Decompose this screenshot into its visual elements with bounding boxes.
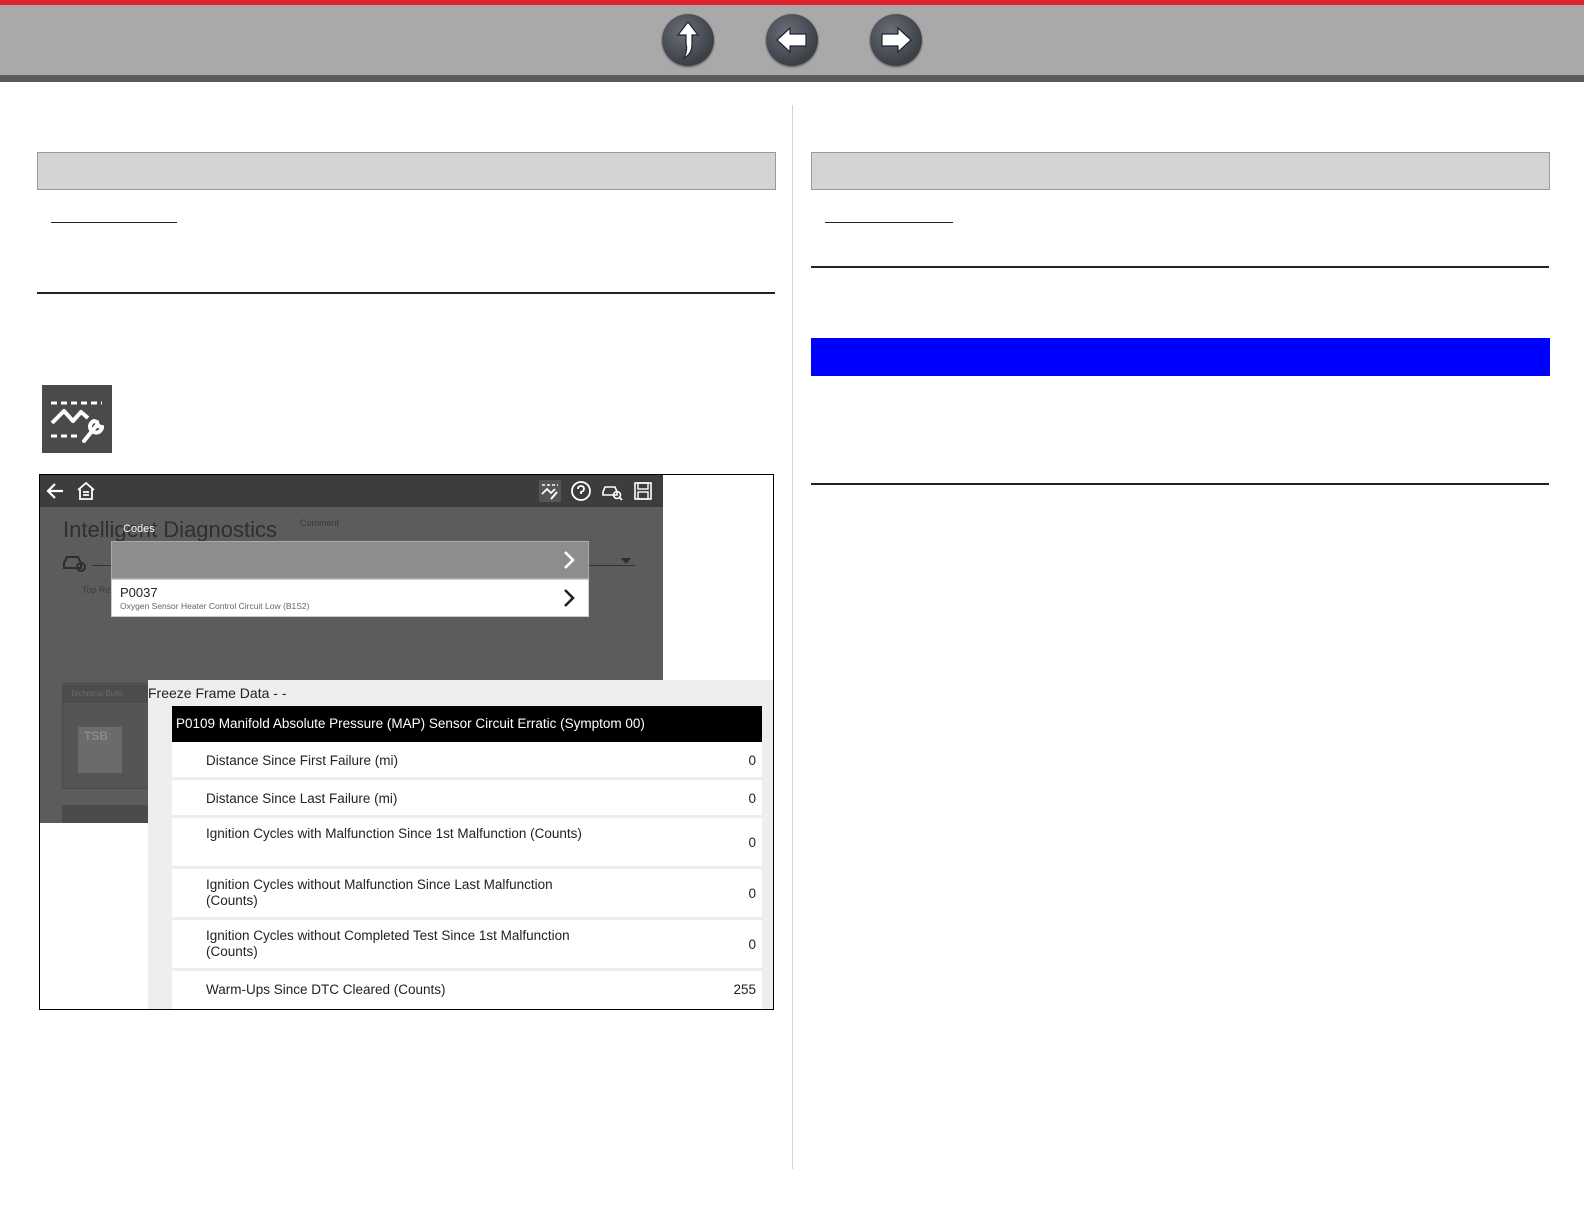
right-section-header: [811, 152, 1550, 190]
freeze-frame-header: P0109 Manifold Absolute Pressure (MAP) S…: [172, 706, 762, 742]
row-value: 0: [748, 886, 756, 901]
top-nav-bar: [0, 0, 1584, 82]
background-card-footer: [62, 805, 152, 823]
chevron-right-icon: [564, 589, 575, 607]
accent-stripe: [0, 0, 1584, 5]
code-description: Oxygen Sensor Heater Control Circuit Low…: [120, 601, 310, 611]
highlight-band: [811, 338, 1550, 376]
code-list-item[interactable]: P0037 Oxygen Sensor Heater Control Circu…: [111, 579, 589, 617]
tsb-label: TSB: [84, 729, 108, 743]
table-row: Warm-Ups Since DTC Cleared (Counts) 255: [172, 971, 762, 1009]
home-icon[interactable]: [75, 480, 97, 502]
codes-panel: P0037 Oxygen Sensor Heater Control Circu…: [111, 541, 589, 617]
row-label: Ignition Cycles without Completed Test S…: [206, 928, 570, 959]
freeze-frame-panel: Freeze Frame Data - - P0109 Manifold Abs…: [148, 680, 773, 1009]
row-value: 0: [748, 753, 756, 768]
right-section-rule: [811, 483, 1549, 485]
up-arrow-icon: [676, 21, 700, 60]
table-row: Ignition Cycles with Malfunction Since 1…: [172, 818, 762, 869]
row-label: Ignition Cycles with Malfunction Since 1…: [206, 826, 582, 841]
up-button[interactable]: [662, 14, 714, 66]
background-card-header: Technical Bulle: [62, 685, 152, 703]
left-section-rule: [37, 292, 775, 294]
graph-wrench-icon: [50, 401, 105, 443]
codes-label: Codes: [123, 523, 155, 535]
back-button[interactable]: [766, 14, 818, 66]
row-label: Ignition Cycles without Malfunction Sinc…: [206, 877, 553, 908]
top-repairs-label: Top Re: [82, 585, 111, 595]
right-heading-underline: [825, 222, 953, 223]
table-row: Distance Since First Failure (mi) 0: [172, 742, 762, 780]
row-label: Distance Since First Failure (mi): [206, 753, 399, 768]
code-id: P0037: [120, 585, 158, 600]
left-heading-underline: [51, 222, 177, 223]
left-section-header: [37, 152, 776, 190]
column-divider: [792, 105, 793, 1169]
save-icon[interactable]: [632, 480, 654, 502]
table-row: Ignition Cycles without Completed Test S…: [172, 920, 762, 971]
right-section-rule: [811, 266, 1549, 268]
back-arrow-icon: [776, 26, 807, 54]
help-icon[interactable]: [570, 480, 592, 502]
table-row: Ignition Cycles without Malfunction Sinc…: [172, 869, 762, 920]
graph-wrench-icon[interactable]: [539, 480, 561, 502]
screenshot-frame: Intelligent Diagnostics Comment Top Re T…: [39, 474, 774, 1010]
row-value: 255: [733, 982, 756, 997]
tablet-toolbar: [40, 475, 663, 507]
table-row: Distance Since Last Failure (mi) 0: [172, 780, 762, 818]
chevron-right-icon: [564, 551, 575, 569]
freeze-frame-table: P0109 Manifold Absolute Pressure (MAP) S…: [172, 706, 762, 1009]
row-label: Distance Since Last Failure (mi): [206, 791, 398, 806]
diagnostic-tool-icon: [42, 385, 112, 453]
tsb-icon: TSB: [78, 727, 122, 773]
background-page-title: Intelligent Diagnostics: [63, 517, 278, 542]
dropdown-arrow-icon[interactable]: [620, 557, 632, 565]
row-value: 0: [748, 835, 756, 850]
background-comment-label: Comment: [300, 518, 340, 528]
code-list-item[interactable]: [111, 541, 589, 579]
forward-button[interactable]: [870, 14, 922, 66]
row-value: 0: [748, 791, 756, 806]
nav-bar-shadow: [0, 75, 1584, 82]
freeze-frame-title: Freeze Frame Data - -: [148, 685, 287, 701]
vehicle-search-icon: [63, 556, 86, 572]
vehicle-search-icon[interactable]: [601, 480, 623, 502]
row-value: 0: [748, 937, 756, 952]
forward-arrow-icon: [881, 26, 912, 54]
back-arrow-icon[interactable]: [45, 480, 67, 502]
row-label: Warm-Ups Since DTC Cleared (Counts): [206, 982, 446, 997]
